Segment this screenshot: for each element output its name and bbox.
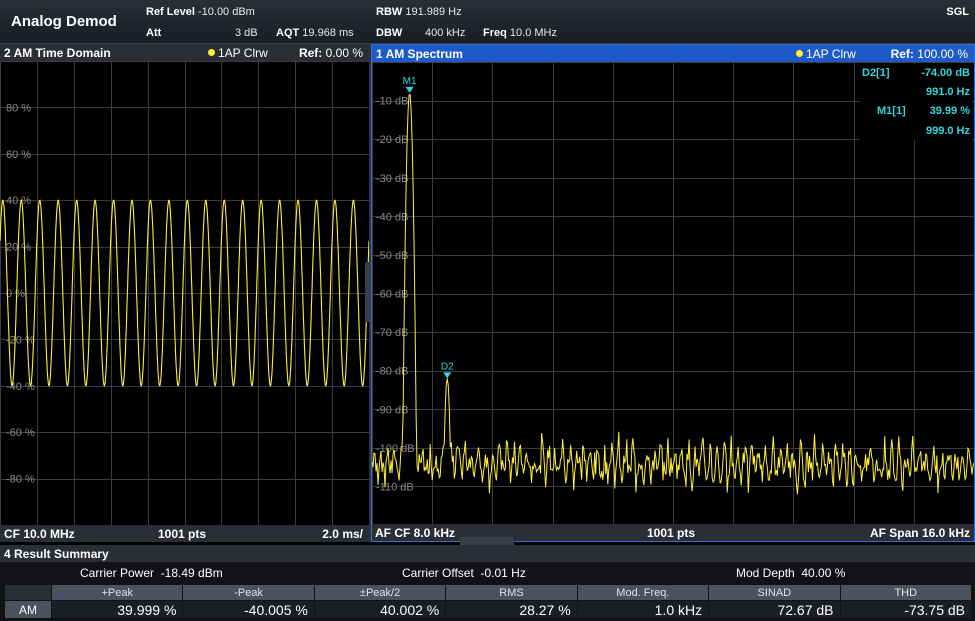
result-summary-window[interactable]: 4 Result Summary Carrier Power -18.49 dB… [0,545,975,621]
result-cell: 1.0 kHz [577,601,709,618]
marker-d2-freq: 991.0 Hz [925,86,970,98]
col-header: -Peak [183,585,314,600]
freq-setting[interactable]: Freq 10.0 MHz [483,27,557,39]
result-summary-title: 4 Result Summary [4,547,109,561]
freq-label: Freq [483,27,507,39]
carrier-power: Carrier Power -18.49 dBm [80,566,223,580]
aqt-value: 19.968 ms [302,27,354,39]
y-tick-label: -50 dB [376,250,408,262]
col-header: +Peak [52,585,183,600]
col-header: SINAD [709,585,840,600]
dbw-value[interactable]: 400 kHz [425,27,465,39]
carrier-offset: Carrier Offset -0.01 Hz [402,566,526,580]
af-center-frequency: AF CF 8.0 kHz [375,526,456,540]
point-count: 1001 pts [647,526,696,540]
ref-level-label: Ref Level [146,6,195,18]
ref-level-setting[interactable]: Ref Level -10.00 dBm [146,6,255,18]
spectrum-window[interactable]: 1 AM Spectrum 1AP Clrw Ref: 100.00 % -10… [371,44,975,542]
y-tick-label: 60 % [6,149,31,161]
y-tick-label: -40 dB [376,211,408,223]
result-summary-header[interactable]: 4 Result Summary [0,545,975,562]
time-domain-footer: CF 10.0 MHz 1001 pts 2.0 ms/ [0,525,369,542]
point-count: 1001 pts [158,527,207,541]
marker-d2-label: D2 [441,361,454,372]
y-tick-label: -110 dB [376,481,414,493]
aqt-setting[interactable]: AQT 19.968 ms [276,27,354,39]
trace-indicator: 1AP Clrw [208,46,268,60]
dbw-label: DBW [376,27,403,39]
ref-level-value: -10.00 dBm [197,6,255,18]
status-bar: Analog Demod Ref Level -10.00 dBm Att 3 … [0,0,975,44]
result-cell: 28.27 % [446,601,577,618]
y-tick-label: -60 % [6,427,35,439]
col-header: ±Peak/2 [314,585,446,600]
y-tick-label: -20 dB [376,134,408,146]
y-tick-label: 80 % [6,102,31,114]
af-span: AF Span 16.0 kHz [869,526,970,540]
col-header: RMS [446,585,577,600]
marker-m1-freq: 999.0 Hz [925,125,970,137]
time-per-division: 2.0 ms/ [322,527,363,541]
rbw-label: RBW [376,6,403,18]
y-tick-label: -30 dB [376,173,408,185]
row-header: AM [5,601,51,618]
result-cell: 72.67 dB [709,601,840,618]
rbw-setting[interactable]: RBW 191.989 Hz [376,6,462,18]
rbw-value: 191.989 Hz [405,6,462,18]
time-domain-title: 2 AM Time Domain [4,46,111,60]
marker-d2-icon[interactable] [443,372,452,379]
y-tick-label: -60 dB [376,289,408,301]
result-table: +Peak -Peak ±Peak/2 RMS Mod. Freq. SINAD… [4,584,972,619]
marker-m1-icon[interactable] [405,86,414,93]
marker-d2-value: -74.00 dB [921,67,970,79]
mod-depth: Mod Depth 40.00 % [736,566,846,580]
freq-value: 10.0 MHz [509,27,557,39]
y-tick-label: -40 % [6,381,35,393]
center-frequency: CF 10.0 MHz [4,527,75,541]
table-row: AM 39.999 % -40.005 % 40.002 % 28.27 % 1… [5,601,971,618]
y-tick-label: -10 dB [376,96,408,108]
table-corner [5,585,51,600]
aqt-label: AQT [276,27,300,39]
spectrum-header[interactable]: 1 AM Spectrum 1AP Clrw Ref: 100.00 % [372,45,974,62]
att-label: Att [146,27,162,39]
ref-value: Ref: 100.00 % [890,47,968,61]
app-title: Analog Demod [11,13,117,30]
marker-m1-name[interactable]: M1[1] [877,105,906,117]
y-tick-label: 0 % [6,288,25,300]
marker-m1-label: M1 [403,76,417,87]
y-tick-label: -100 dB [376,443,415,455]
trace-indicator: 1AP Clrw [796,47,856,61]
sweep-mode-indicator: SGL [946,6,969,18]
y-tick-label: -80 % [6,474,35,486]
time-domain-plot[interactable]: 80 %60 %40 %20 %0 %-20 %-40 %-60 %-80 % [0,61,369,525]
trace-color-icon [796,50,803,57]
trace-color-icon [208,49,215,56]
marker-m1-value: 39.99 % [929,105,970,117]
marker-d2-name[interactable]: D2[1] [862,67,890,79]
result-cell: 40.002 % [314,601,446,618]
result-cell: 39.999 % [52,601,183,618]
time-domain-header[interactable]: 2 AM Time Domain 1AP Clrw Ref: 0.00 % [0,44,369,61]
spectrum-title: 1 AM Spectrum [376,47,463,61]
y-tick-label: 40 % [6,195,31,207]
y-tick-label: -20 % [6,334,35,346]
col-header: THD [840,585,971,600]
result-cell: -40.005 % [183,601,314,618]
result-cell: -73.75 dB [840,601,971,618]
result-table-header-row: +Peak -Peak ±Peak/2 RMS Mod. Freq. SINAD… [5,585,971,600]
att-value[interactable]: 3 dB [235,27,258,39]
col-header: Mod. Freq. [577,585,709,600]
ref-value: Ref: 0.00 % [298,46,363,60]
time-domain-window[interactable]: 2 AM Time Domain 1AP Clrw Ref: 0.00 % 80… [0,44,369,542]
